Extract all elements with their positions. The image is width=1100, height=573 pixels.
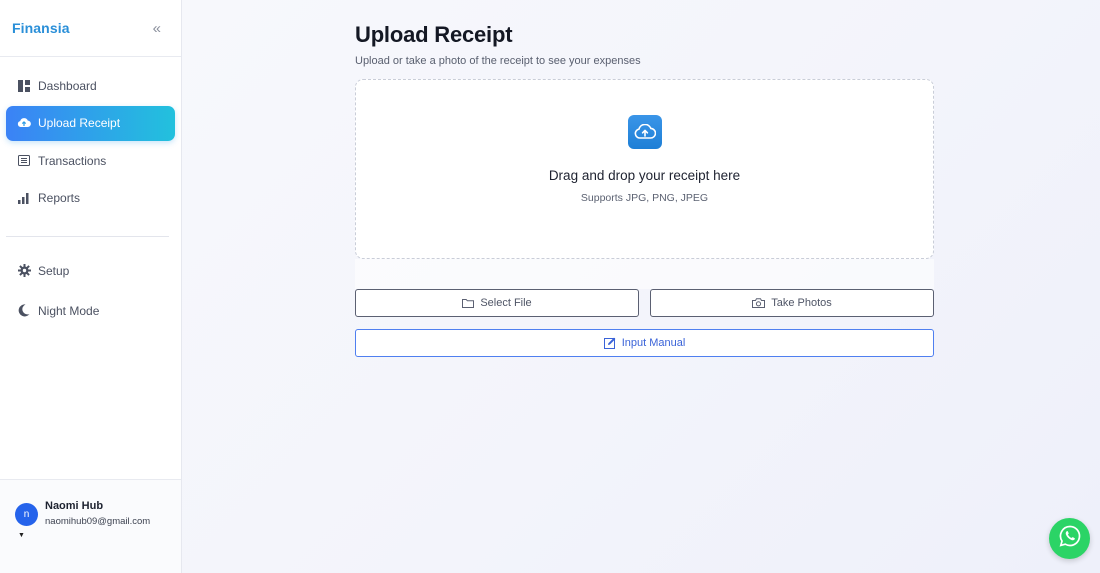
moon-icon: [17, 304, 31, 318]
sidebar-item-label: Transactions: [38, 153, 107, 168]
user-row: n Naomi Hub naomihub09@gmail.com: [15, 500, 181, 527]
sidebar-secondary-nav: Setup Night Mode: [0, 251, 181, 331]
avatar: n: [15, 503, 38, 526]
upload-actions: Select File Take Photos: [355, 289, 934, 317]
user-email: naomihub09@gmail.com: [45, 516, 151, 527]
edit-icon: [603, 337, 616, 349]
page-title: Upload Receipt: [355, 22, 513, 47]
user-info: Naomi Hub naomihub09@gmail.com: [45, 500, 150, 527]
take-photos-label: Take Photos: [771, 297, 832, 309]
sidebar-item-label: Setup: [38, 263, 70, 278]
caret-down-icon[interactable]: ▼: [18, 532, 181, 539]
brand-row: Finansia «: [0, 0, 181, 57]
sidebar-item-night-mode[interactable]: Night Mode: [6, 291, 175, 331]
double-chevron-left-icon[interactable]: «: [153, 21, 161, 36]
sidebar-nav: Dashboard Upload Receipt Transactions Re…: [0, 57, 181, 216]
receipt-dropzone[interactable]: Drag and drop your receipt here Supports…: [355, 79, 934, 259]
sidebar-item-setup[interactable]: Setup: [6, 251, 175, 291]
user-name: Naomi Hub: [45, 500, 104, 512]
sidebar-divider: [6, 235, 169, 237]
select-file-button[interactable]: Select File: [355, 289, 639, 317]
cloud-upload-icon: [17, 116, 31, 130]
sidebar-item-label: Dashboard: [38, 78, 97, 93]
input-manual-label: Input Manual: [621, 337, 686, 349]
page-subtitle: Upload or take a photo of the receipt to…: [355, 55, 641, 67]
dropzone-supported-formats: Supports JPG, PNG, JPEG: [580, 192, 709, 204]
whatsapp-icon: [1058, 524, 1082, 553]
spacer: [355, 259, 934, 289]
dashboard-icon: [17, 79, 31, 93]
user-profile[interactable]: n Naomi Hub naomihub09@gmail.com ▼: [0, 479, 181, 573]
sidebar-item-dashboard[interactable]: Dashboard: [6, 68, 175, 103]
gear-icon: [17, 264, 31, 278]
cloud-upload-icon: [627, 115, 662, 149]
camera-icon: [752, 298, 766, 308]
input-manual-button[interactable]: Input Manual: [355, 329, 934, 357]
whatsapp-chat-button[interactable]: [1049, 518, 1090, 559]
main-content: Upload Receipt Upload or take a photo of…: [355, 0, 935, 357]
sidebar-item-label: Night Mode: [38, 303, 100, 318]
select-file-label: Select File: [480, 297, 532, 309]
take-photos-button[interactable]: Take Photos: [650, 289, 934, 317]
dropzone-title: Drag and drop your receipt here: [548, 168, 741, 183]
brand-logo: Finansia: [12, 20, 70, 36]
sidebar-item-reports[interactable]: Reports: [6, 181, 175, 216]
list-icon: [17, 154, 31, 168]
sidebar-item-upload-receipt[interactable]: Upload Receipt: [6, 105, 175, 141]
sidebar-item-label: Upload Receipt: [38, 116, 121, 131]
sidebar-item-label: Reports: [38, 191, 81, 206]
sidebar: Finansia « Dashboard Upload Receipt Tran…: [0, 0, 182, 573]
folder-icon: [462, 298, 475, 308]
sidebar-item-transactions[interactable]: Transactions: [6, 143, 175, 178]
bar-chart-icon: [17, 191, 31, 205]
